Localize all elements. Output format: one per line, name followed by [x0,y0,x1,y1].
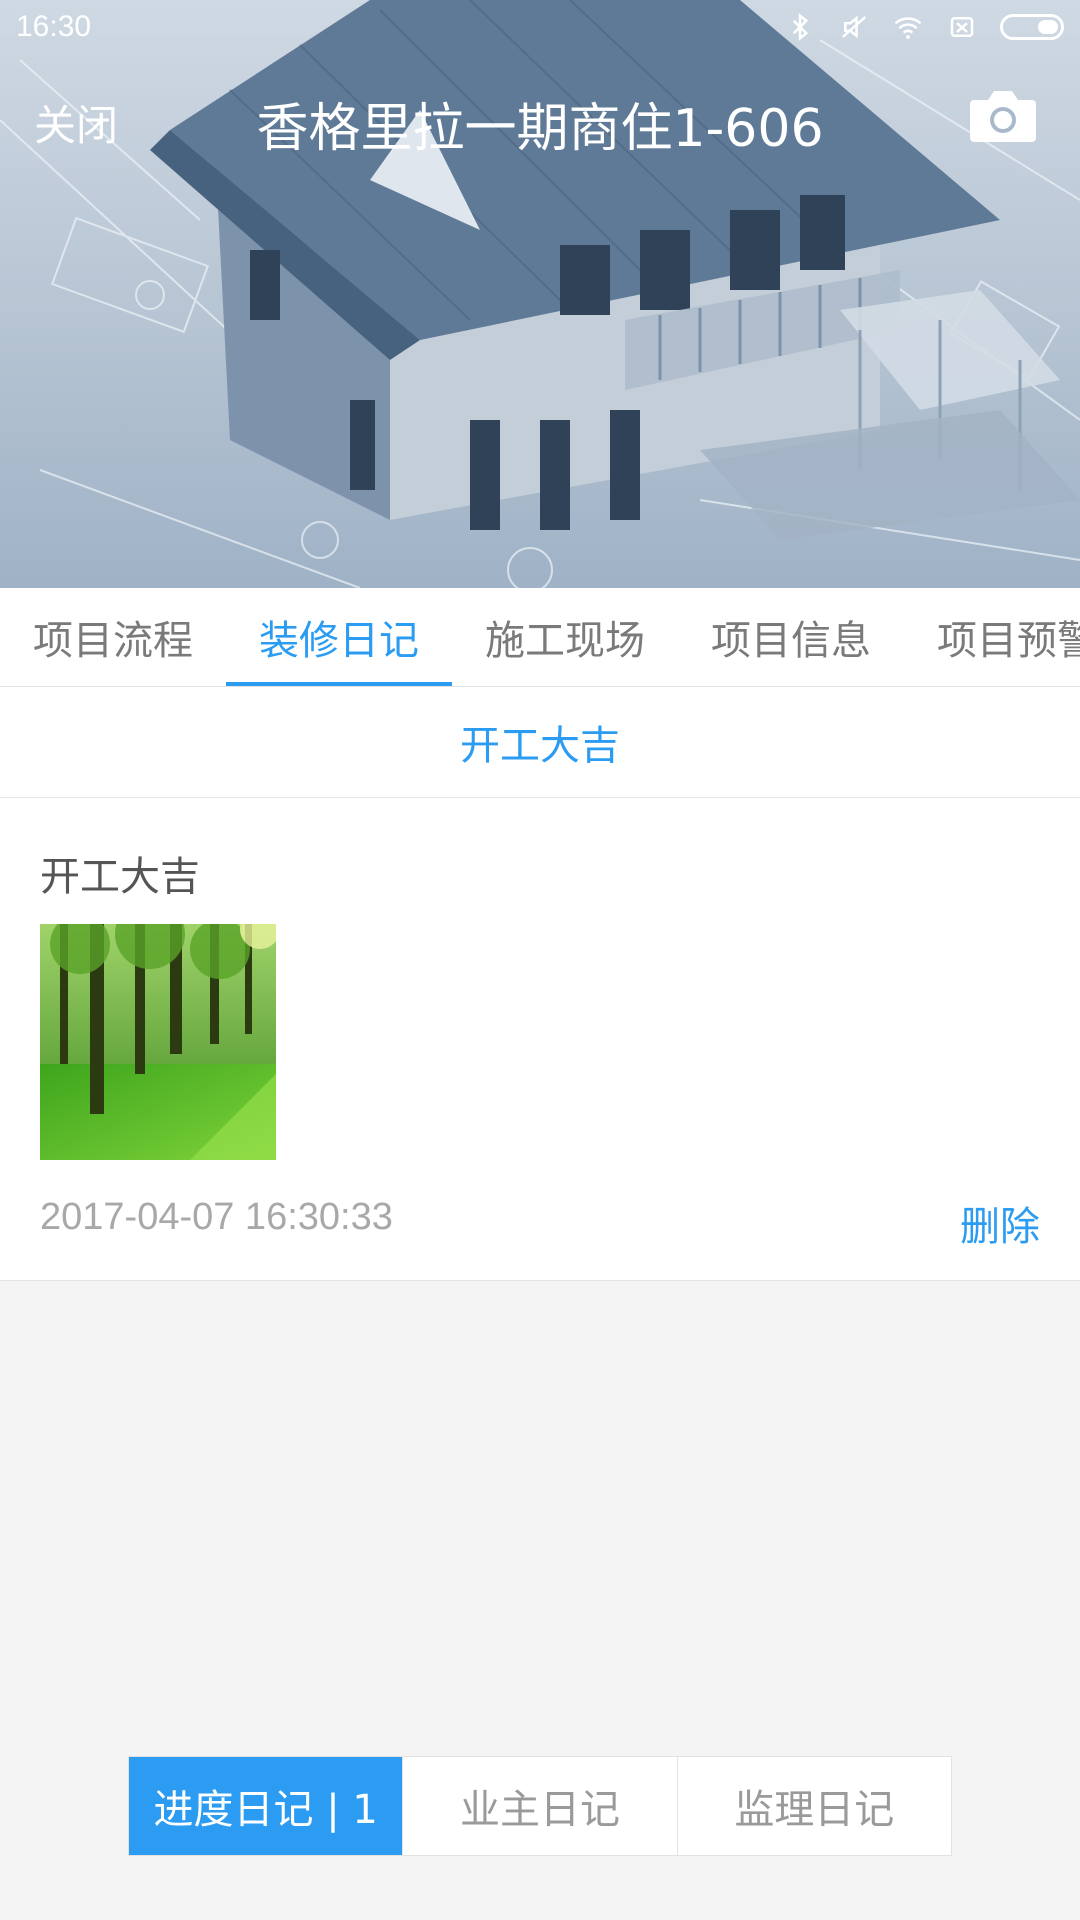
status-time: 16:30 [16,10,92,43]
house-blueprint-image [0,0,1080,588]
no-sim-icon [950,17,974,37]
entry-photo-thumbnail[interactable] [40,924,276,1160]
tab-project-warning[interactable]: 项目预警 [904,588,1080,686]
delete-button[interactable]: 删除 [960,1194,1040,1252]
tab-bar: 项目流程 装修日记 施工现场 项目信息 项目预警 [0,588,1080,687]
header-banner: 16:30 关闭 香格里拉一期商住1-606 [0,0,1080,588]
battery-icon [1000,14,1064,40]
forest-photo [40,924,276,1160]
segment-supervisor-diary[interactable]: 监理日记 [676,1757,951,1855]
mute-icon [841,15,867,39]
bluetooth-icon [792,13,809,41]
segment-owner-diary[interactable]: 业主日记 [402,1757,676,1855]
entry-timestamp: 2017-04-07 16:30:33 [40,1196,393,1238]
stage-header-label: 开工大吉 [460,723,620,769]
entry-title: 开工大吉 [40,854,200,900]
tab-project-process[interactable]: 项目流程 [0,588,226,686]
close-button[interactable]: 关闭 [34,92,118,153]
diary-entry: 开工大吉 2017-04-07 16:30:33 删除 [0,798,1080,1281]
tab-project-info[interactable]: 项目信息 [678,588,904,686]
tab-renovation-diary[interactable]: 装修日记 [226,588,452,686]
diary-type-selector: 进度日记 | 1 业主日记 监理日记 [128,1756,952,1856]
camera-icon[interactable] [968,88,1038,144]
segment-progress-diary[interactable]: 进度日记 | 1 [129,1757,403,1855]
status-bar: 16:30 [0,0,1080,54]
wifi-icon [894,17,922,39]
tab-construction-site[interactable]: 施工现场 [452,588,678,686]
status-icons [784,12,1064,42]
stage-header[interactable]: 开工大吉 [0,687,1080,798]
